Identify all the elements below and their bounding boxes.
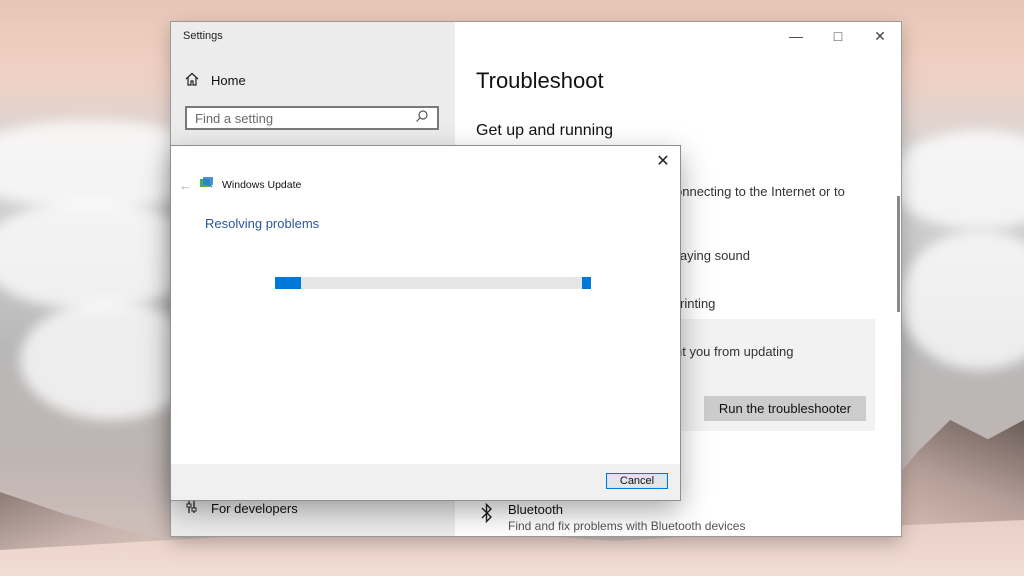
close-icon[interactable]: ✕ [859, 22, 901, 50]
maximize-icon[interactable]: □ [817, 22, 859, 50]
scrollbar[interactable] [897, 196, 900, 312]
home-icon [185, 72, 199, 89]
section-heading: Get up and running [476, 122, 613, 139]
troubleshooter-description: laying sound [677, 248, 750, 263]
sidebar-item-home[interactable]: Home [185, 72, 246, 89]
dialog-app-name: Windows Update [222, 179, 302, 191]
windows-update-icon [200, 176, 214, 194]
search-box[interactable] [185, 106, 439, 130]
troubleshooter-description: nt you from updating [675, 344, 794, 359]
dialog-status-text: Resolving problems [205, 216, 320, 231]
troubleshooter-description: Find and fix problems with Bluetooth dev… [508, 519, 746, 533]
window-controls: — □ ✕ [775, 22, 901, 50]
minimize-icon[interactable]: — [775, 22, 817, 50]
troubleshooter-description: onnecting to the Internet or to [675, 184, 845, 199]
sidebar-item-developers[interactable]: For developers [185, 500, 298, 517]
progress-indicator [582, 277, 591, 289]
bluetooth-icon [480, 502, 494, 533]
troubleshooter-dialog: ✕ ← Windows Update Resolving problems Ca… [171, 146, 680, 500]
page-title: Troubleshoot [476, 68, 604, 93]
run-troubleshooter-button[interactable]: Run the troubleshooter [704, 396, 866, 421]
cloud [0, 200, 200, 310]
close-icon[interactable]: ✕ [654, 152, 672, 170]
progress-indicator [275, 277, 301, 289]
troubleshooter-description: rinting [680, 296, 716, 311]
app-title: Settings [183, 30, 223, 42]
cloud [900, 230, 1024, 370]
troubleshooter-item-bluetooth[interactable]: Bluetooth Find and fix problems with Blu… [480, 502, 745, 533]
cancel-button[interactable]: Cancel [606, 473, 668, 489]
dialog-footer: Cancel [171, 464, 680, 500]
back-arrow-icon[interactable]: ← [179, 178, 192, 193]
search-input[interactable] [195, 110, 415, 126]
progress-bar [275, 277, 591, 289]
developers-icon [185, 500, 199, 517]
troubleshooter-title: Bluetooth [508, 502, 563, 517]
search-icon[interactable] [415, 109, 429, 128]
dialog-header: ← Windows Update [179, 176, 301, 194]
sidebar-item-label: For developers [211, 501, 298, 516]
sidebar-item-label: Home [211, 73, 246, 88]
cloud [890, 130, 1024, 230]
